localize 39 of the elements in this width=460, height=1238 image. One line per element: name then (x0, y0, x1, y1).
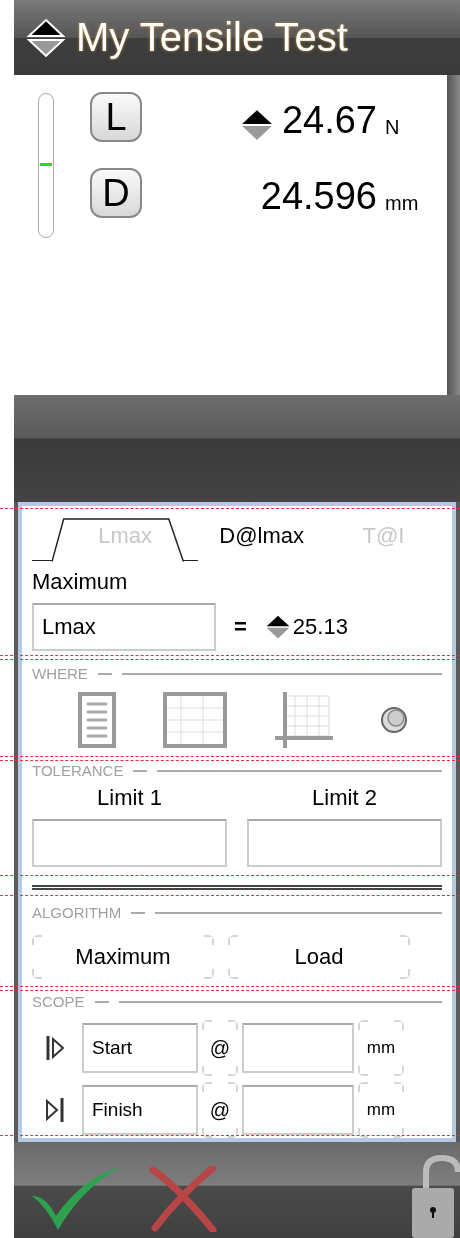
channel-button[interactable]: L (90, 92, 142, 142)
scope-field[interactable]: Start (82, 1023, 198, 1073)
scope-field[interactable]: Finish (82, 1085, 198, 1135)
limit-field[interactable] (32, 819, 227, 868)
algorithm-button[interactable]: Maximum (32, 935, 214, 979)
marker-icon[interactable] (380, 706, 409, 735)
start-marker-icon (45, 1035, 65, 1061)
position-field[interactable] (242, 1023, 354, 1073)
window-title: My Tensile Test (76, 15, 348, 60)
unlocked-padlock-icon[interactable] (412, 1154, 460, 1238)
sort-arrows-icon[interactable] (264, 614, 291, 641)
result-label: Maximum (32, 569, 129, 596)
section-heading: ALGORITHM (32, 904, 122, 921)
at-button[interactable]: @ (202, 1082, 238, 1138)
table-icon[interactable] (163, 692, 228, 749)
limit-label: Limit 1 (96, 785, 163, 812)
unit-button[interactable]: mm (358, 1082, 404, 1138)
limit-field[interactable] (247, 819, 442, 868)
unit-button[interactable]: mm (358, 1020, 404, 1076)
section-heading: TOLERANCE (32, 762, 124, 780)
channel-button[interactable]: D (90, 168, 142, 218)
equals-sign: = (234, 614, 247, 641)
section-heading: WHERE (32, 665, 88, 683)
end-marker-icon (45, 1097, 65, 1123)
position-field[interactable] (242, 1085, 354, 1135)
list-icon[interactable] (77, 692, 116, 749)
limit-label: Limit 2 (311, 785, 378, 812)
reading-value: 24.67 (281, 99, 377, 142)
unit-label: mm (385, 192, 419, 214)
reading-value: 24.596 (260, 175, 377, 218)
sort-arrows-icon[interactable] (26, 16, 66, 59)
at-button[interactable]: @ (202, 1020, 238, 1076)
close-icon[interactable] (149, 1166, 217, 1232)
algorithm-button[interactable]: Load (228, 935, 410, 979)
chart-icon[interactable] (274, 692, 333, 749)
result-value: 25.13 (292, 614, 348, 641)
name-field[interactable]: Lmax (32, 603, 216, 652)
section-heading: SCOPE (32, 993, 85, 1010)
unit-label: N (385, 116, 400, 138)
